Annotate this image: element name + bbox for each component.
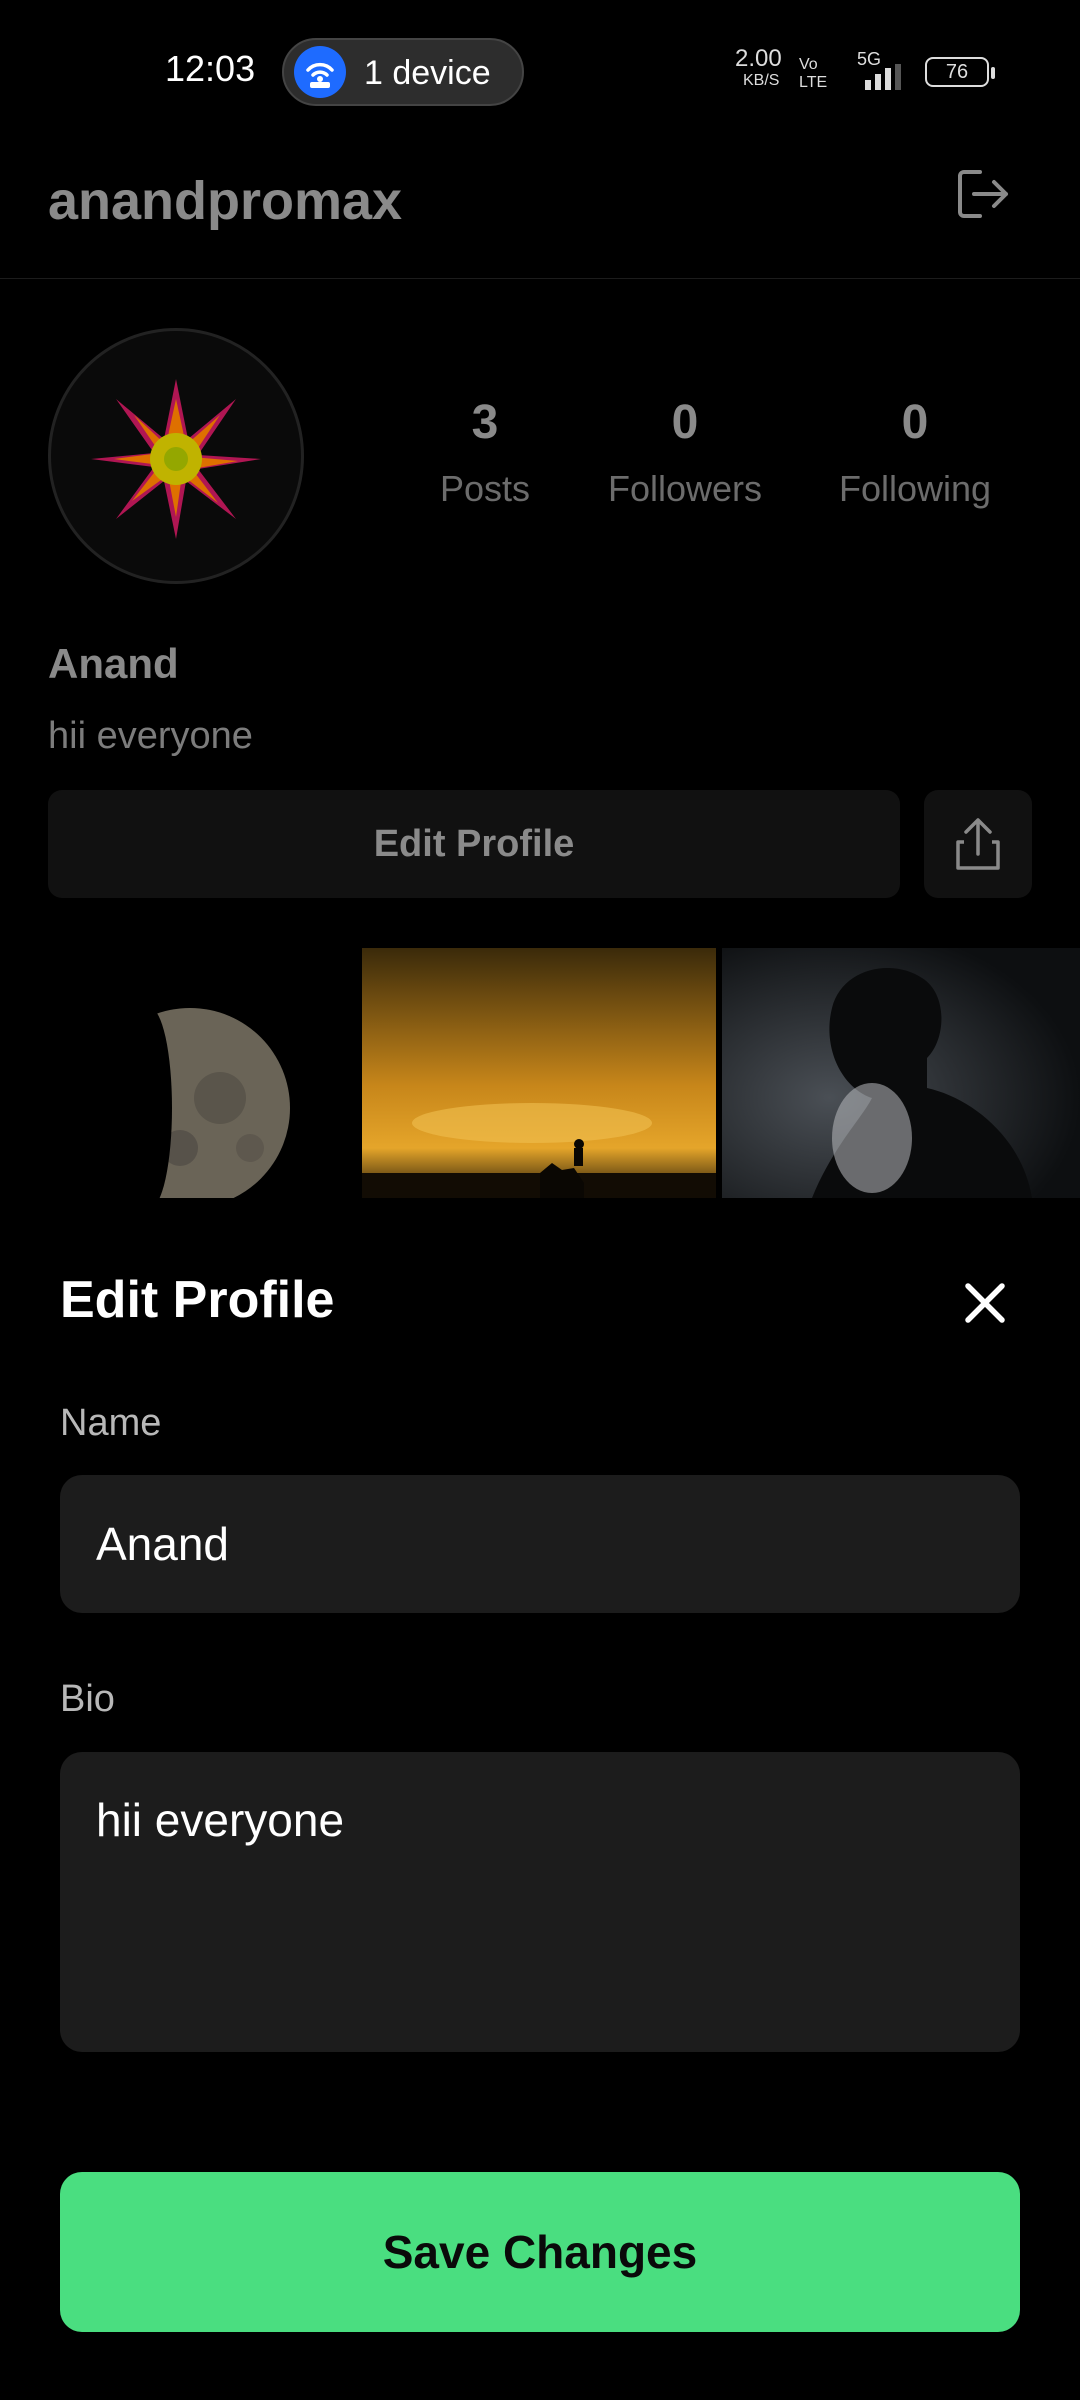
share-icon	[956, 818, 1000, 870]
net-unit: KB/S	[743, 72, 780, 89]
bio-field[interactable]: hii everyone	[60, 1752, 1020, 2052]
close-icon[interactable]	[950, 1268, 1020, 1338]
stat-label: Posts	[439, 468, 531, 509]
edit-profile-sheet: Edit Profile Name Anand Bio hii everyone…	[0, 1200, 1080, 2400]
app-header: anandpromax	[0, 140, 1080, 279]
avatar[interactable]	[48, 328, 304, 584]
stat-value: 0	[901, 396, 929, 449]
signal-icon	[865, 64, 901, 90]
stat-value: 0	[671, 396, 699, 449]
stat-following[interactable]: 0 Following	[825, 395, 1005, 510]
name-label: Name	[60, 1402, 162, 1444]
post-thumbnail[interactable]	[722, 948, 1080, 1198]
stat-value: 3	[471, 396, 499, 449]
post-thumbnail[interactable]	[0, 948, 356, 1198]
stat-posts[interactable]: 3 Posts	[425, 395, 545, 510]
save-changes-button[interactable]: Save Changes	[60, 2172, 1020, 2332]
battery-icon: 76	[925, 57, 995, 87]
volte-label: Vo LTE	[799, 56, 828, 91]
stat-label: Followers	[607, 468, 763, 509]
net-speed: 2.00	[735, 45, 782, 72]
profile-username: anandpromax	[48, 171, 403, 231]
battery-level: 76	[945, 61, 969, 83]
name-field[interactable]: Anand	[60, 1475, 1020, 1613]
status-bar: 12:03 1 device 2.00 KB/S Vo LTE 5G 76	[0, 0, 1080, 140]
share-button[interactable]	[924, 790, 1032, 898]
profile-bio: hii everyone	[48, 715, 253, 757]
display-name: Anand	[48, 640, 179, 687]
status-time: 12:03	[165, 48, 256, 89]
sheet-title: Edit Profile	[60, 1271, 335, 1329]
logout-icon[interactable]	[950, 162, 1014, 226]
post-thumbnail[interactable]	[362, 948, 716, 1198]
stat-followers[interactable]: 0 Followers	[595, 395, 775, 510]
edit-profile-button[interactable]: Edit Profile	[48, 790, 900, 898]
hotspot-chip[interactable]: 1 device	[282, 38, 524, 106]
wifi-hotspot-icon	[294, 46, 346, 98]
stat-label: Following	[838, 468, 992, 509]
bio-label: Bio	[60, 1678, 115, 1720]
hotspot-label: 1 device	[364, 54, 491, 92]
